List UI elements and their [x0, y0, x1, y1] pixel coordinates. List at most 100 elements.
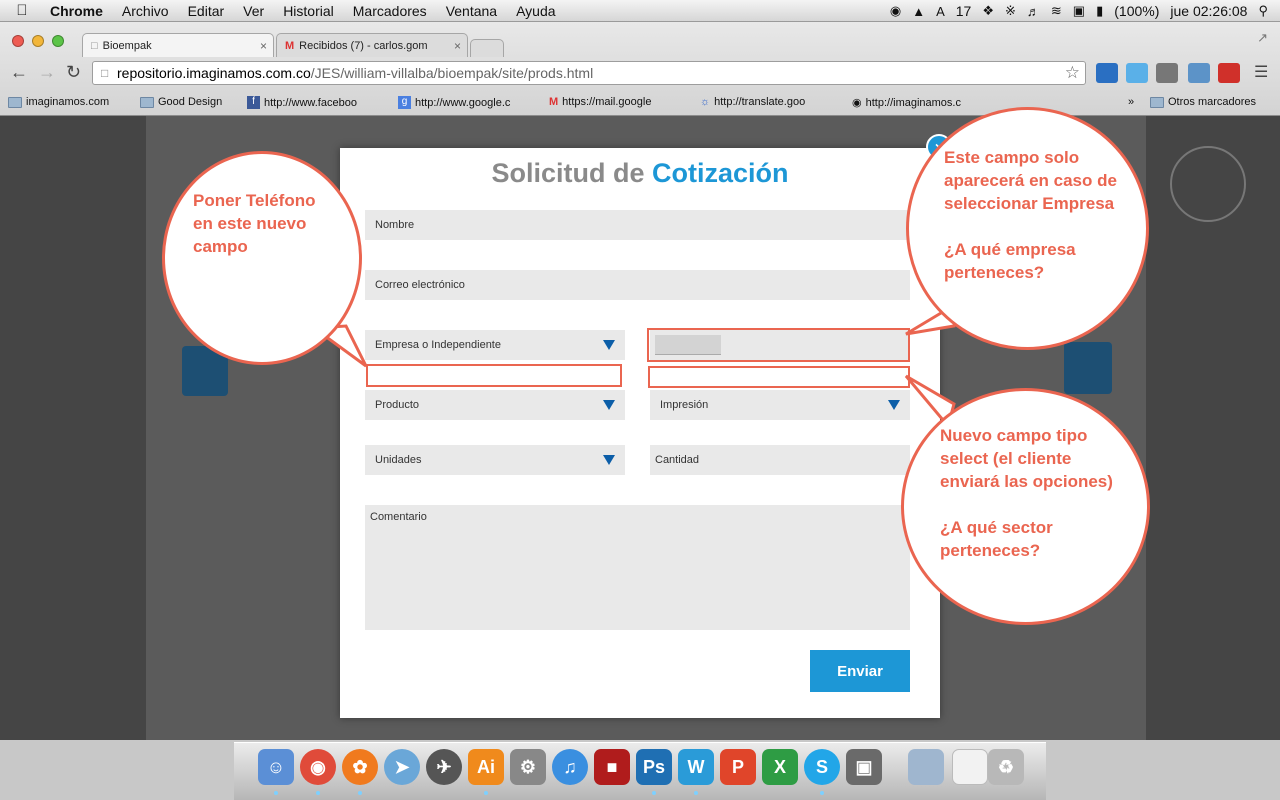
extension-icon[interactable]: [1218, 63, 1240, 83]
extension-icon[interactable]: [1156, 63, 1178, 83]
modal-title: Solicitud de Cotización: [340, 158, 940, 189]
sector-field-placeholder-box: [648, 366, 910, 388]
trash-icon[interactable]: ♻: [988, 749, 1024, 785]
printing-select[interactable]: Impresión: [650, 390, 910, 420]
documents-icon[interactable]: [952, 749, 988, 785]
quantity-field[interactable]: Cantidad: [650, 445, 910, 475]
new-tab-button[interactable]: [470, 39, 504, 57]
battery-icon[interactable]: ▮: [1096, 3, 1103, 19]
tab-gmail[interactable]: M Recibidos (7) - carlos.gom ×: [276, 33, 468, 57]
menu-icon[interactable]: ☰: [1254, 62, 1268, 82]
annotation-bubble-bottom-right: Nuevo campo tipo select (el cliente envi…: [901, 388, 1150, 625]
chrome-icon[interactable]: ◉: [300, 749, 336, 785]
cast-extension-icon[interactable]: [1188, 63, 1210, 83]
excel-icon[interactable]: X: [762, 749, 798, 785]
google-icon: g: [398, 96, 411, 109]
bookmark-item[interactable]: f http://www.faceboo: [247, 96, 381, 109]
tab-title: Recibidos (7) - carlos.gom: [299, 39, 428, 52]
reload-icon[interactable]: ↻: [66, 62, 81, 83]
field-placeholder: Unidades: [375, 454, 422, 466]
running-indicator: [484, 791, 488, 795]
menu-historial[interactable]: Historial: [283, 3, 334, 19]
apple-icon[interactable]: : [12, 2, 32, 19]
photo-booth-icon[interactable]: ■: [594, 749, 630, 785]
keyboard-icon[interactable]: ▣: [1073, 3, 1085, 19]
annotation-text: Este campo solo aparecerá en caso de sel…: [944, 148, 1117, 213]
safari-icon[interactable]: ➤: [384, 749, 420, 785]
adobe-icon[interactable]: A: [936, 4, 945, 19]
field-placeholder: Cantidad: [655, 454, 700, 466]
preview-icon[interactable]: ▣: [846, 749, 882, 785]
email-field[interactable]: Correo electrónico: [365, 270, 910, 300]
send-button[interactable]: Enviar: [810, 650, 910, 692]
bookmark-item[interactable]: imaginamos.com: [8, 96, 109, 108]
dropbox-icon[interactable]: ❖: [982, 3, 994, 19]
units-select[interactable]: Unidades: [365, 445, 625, 475]
address-bar[interactable]: □ repositorio.imaginamos.com.co/JES/will…: [92, 61, 1086, 85]
word-icon[interactable]: W: [678, 749, 714, 785]
running-indicator: [652, 791, 656, 795]
firefox-icon[interactable]: ✿: [342, 749, 378, 785]
bookmark-label: http://www.faceboo: [264, 96, 357, 109]
annotation-bubble-left: Poner Teléfono en este nuevo campo: [162, 151, 362, 365]
system-preferences-icon[interactable]: ⚙: [510, 749, 546, 785]
applications-folder-icon[interactable]: [908, 749, 944, 785]
itunes-icon[interactable]: ♫: [552, 749, 588, 785]
folder-icon: [1150, 96, 1164, 108]
back-icon[interactable]: ←: [10, 62, 28, 83]
volume-icon[interactable]: ♬: [1027, 4, 1040, 19]
extension-icon[interactable]: [1126, 63, 1148, 83]
tab-bioempak[interactable]: □ Bioempak ×: [82, 33, 274, 57]
field-placeholder: Correo electrónico: [375, 279, 465, 291]
menu-ventana[interactable]: Ventana: [446, 3, 497, 19]
page-icon: □: [91, 39, 98, 52]
illustrator-icon[interactable]: Ai: [468, 749, 504, 785]
bookmark-label: http://imaginamos.c: [865, 96, 961, 109]
launchpad-icon[interactable]: ✈: [426, 749, 462, 785]
bookmark-item[interactable]: ☼ http://translate.goo: [700, 96, 834, 108]
bookmarks-overflow[interactable]: »: [1128, 96, 1134, 108]
powerpoint-icon[interactable]: P: [720, 749, 756, 785]
bookmark-item[interactable]: Mhttps://mail.google: [549, 96, 683, 108]
product-select[interactable]: Producto: [365, 390, 625, 420]
title-part: Solicitud de: [491, 158, 652, 188]
annotation-text: Nuevo campo tipo select (el cliente envi…: [940, 426, 1113, 491]
company-select[interactable]: Empresa o Independiente: [365, 330, 625, 360]
status-number: 17: [955, 3, 972, 19]
comment-textarea[interactable]: Comentario: [365, 505, 910, 630]
bookmark-item[interactable]: Otros marcadores: [1150, 96, 1256, 108]
menu-marcadores[interactable]: Marcadores: [353, 3, 427, 19]
close-window-button[interactable]: [12, 35, 24, 47]
running-indicator: [694, 791, 698, 795]
shield-icon[interactable]: ◉: [890, 3, 901, 19]
field-placeholder: Comentario: [370, 511, 427, 523]
menu-editar[interactable]: Editar: [188, 3, 225, 19]
bluetooth-icon[interactable]: ※: [1005, 3, 1016, 19]
menu-archivo[interactable]: Archivo: [122, 3, 169, 19]
chevron-down-icon: [603, 400, 615, 410]
clock[interactable]: jue 02:26:08: [1170, 3, 1247, 19]
forward-icon[interactable]: →: [38, 62, 56, 83]
menu-ayuda[interactable]: Ayuda: [516, 3, 555, 19]
close-tab-icon[interactable]: ×: [260, 39, 267, 53]
calendar-extension-icon[interactable]: [1096, 63, 1118, 83]
close-tab-icon[interactable]: ×: [454, 39, 461, 53]
drive-icon[interactable]: ▲: [912, 4, 925, 19]
finder-icon[interactable]: ☺: [258, 749, 294, 785]
bookmark-item[interactable]: ◉ http://imaginamos.c: [852, 96, 986, 110]
bookmark-star-icon[interactable]: ☆: [1065, 63, 1080, 83]
menu-app-name[interactable]: Chrome: [50, 3, 103, 19]
skype-icon[interactable]: S: [804, 749, 840, 785]
bookmark-label: http://www.google.c: [415, 96, 511, 109]
minimize-window-button[interactable]: [32, 35, 44, 47]
maximize-window-button[interactable]: [52, 35, 64, 47]
fullscreen-icon[interactable]: ↗: [1257, 30, 1268, 46]
wifi-icon[interactable]: ≋: [1051, 3, 1062, 19]
bookmark-item[interactable]: Good Design: [140, 96, 222, 108]
name-field[interactable]: Nombre: [365, 210, 910, 240]
battery-percent: (100%): [1114, 3, 1160, 19]
spotlight-icon[interactable]: ⚲: [1258, 3, 1268, 19]
menu-ver[interactable]: Ver: [243, 3, 264, 19]
bookmark-item[interactable]: g http://www.google.c: [398, 96, 532, 109]
photoshop-icon[interactable]: Ps: [636, 749, 672, 785]
